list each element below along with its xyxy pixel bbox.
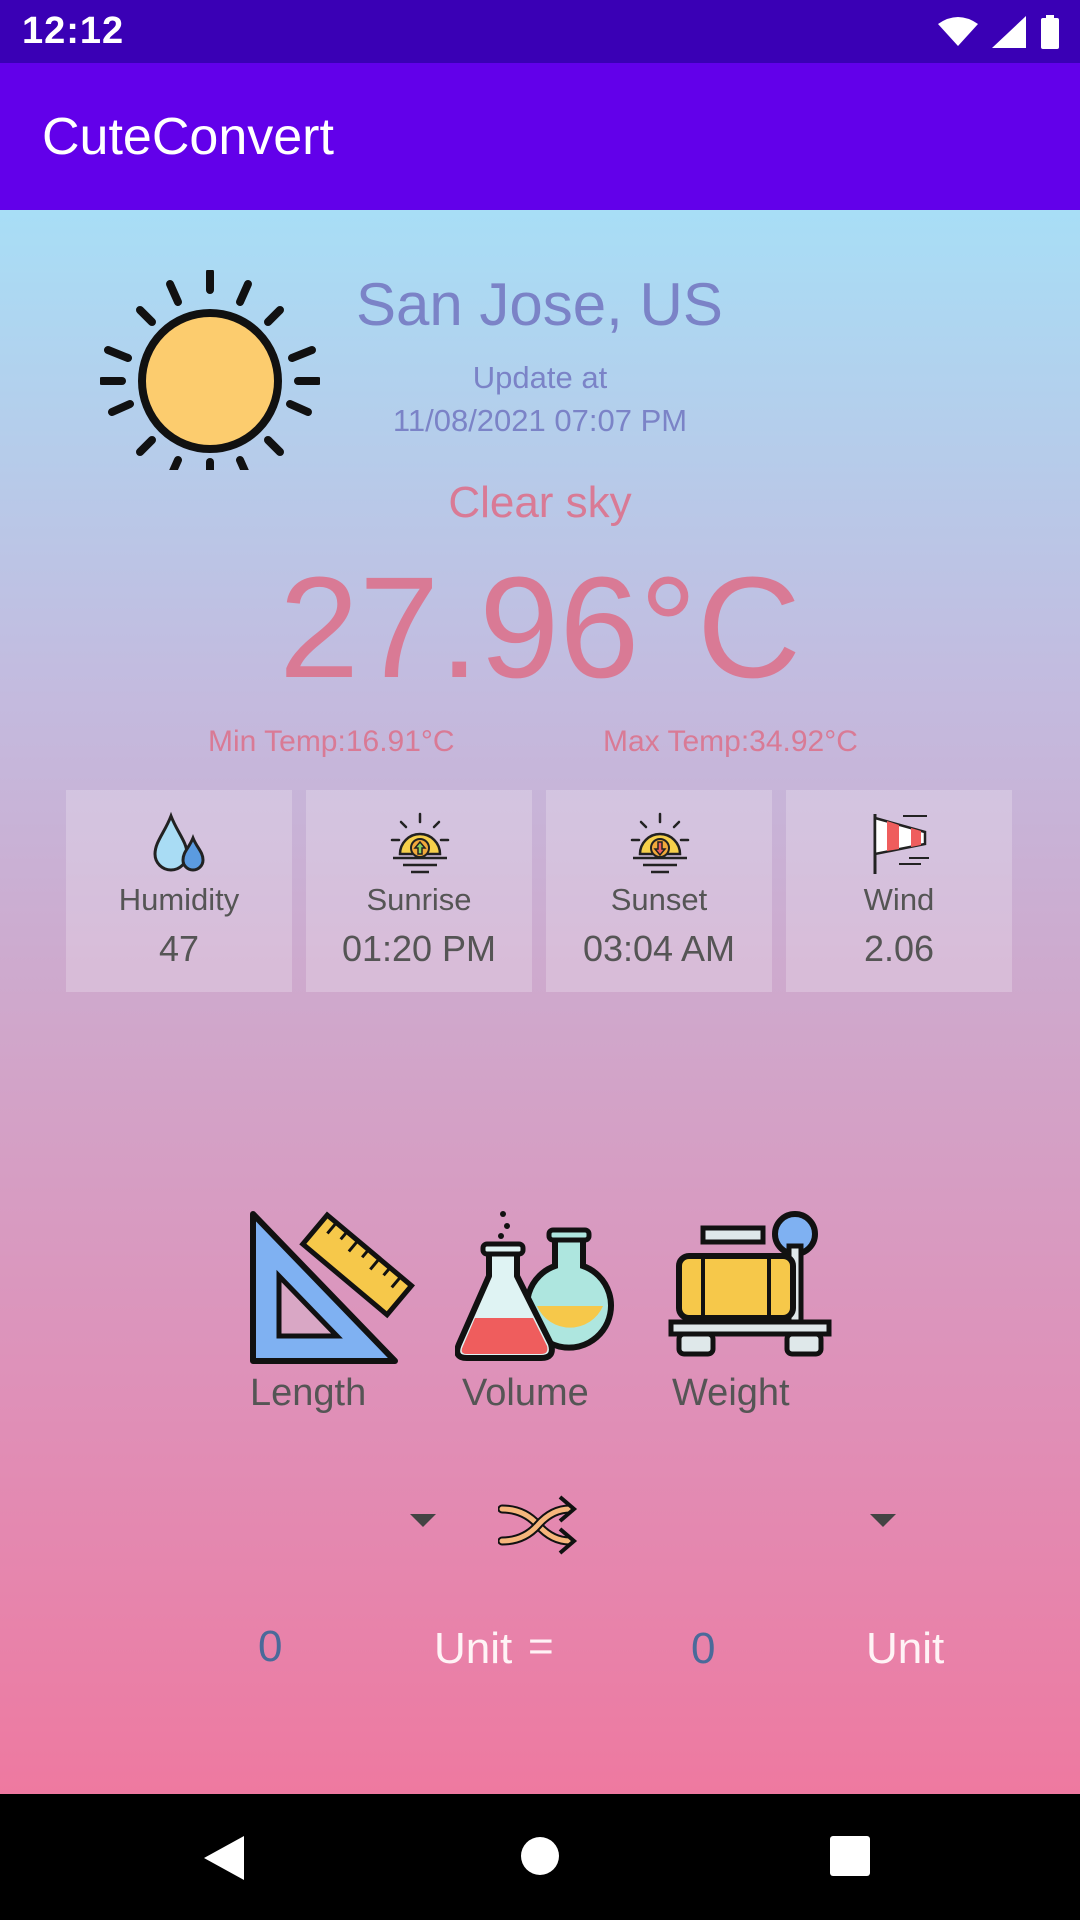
main-content: San Jose, US Update at 11/08/2021 07:07 …	[0, 210, 1080, 1794]
weather-stats: Humidity 47 Sunrise 01:20 PM Sunset 03:0…	[66, 790, 1012, 992]
update-label: Update at	[472, 360, 608, 395]
stat-label: Wind	[863, 882, 935, 917]
stat-label: Humidity	[118, 882, 240, 917]
output-unit-label: Unit	[866, 1624, 945, 1673]
update-time: 11/08/2021 07:07 PM	[392, 403, 688, 438]
stat-card-sunset: Sunset 03:04 AM	[546, 790, 772, 992]
back-icon[interactable]	[204, 1836, 244, 1880]
category-label: Length	[250, 1372, 367, 1414]
current-temperature: 27.96°C	[279, 547, 801, 708]
category-length[interactable]: Length	[240, 1206, 420, 1415]
app-bar: CuteConvert	[0, 63, 1080, 210]
home-icon[interactable]	[520, 1836, 560, 1876]
flask-icon	[455, 1211, 614, 1361]
category-label: Weight	[672, 1372, 790, 1414]
category-volume[interactable]: Volume	[450, 1206, 630, 1415]
stat-value: 01:20 PM	[341, 928, 497, 969]
category-label: Volume	[462, 1372, 589, 1414]
wifi-icon	[938, 17, 978, 46]
category-weight[interactable]: Weight	[660, 1206, 840, 1415]
input-value-field[interactable]: 0	[258, 1622, 282, 1672]
max-temperature: Max Temp:34.92°C	[603, 725, 858, 758]
windsock-icon	[873, 814, 929, 874]
min-temperature: Min Temp:16.91°C	[208, 725, 455, 758]
stat-card-sunrise: Sunrise 01:20 PM	[306, 790, 532, 992]
status-icons	[938, 14, 1060, 50]
stat-value: 2.06	[863, 928, 935, 969]
scale-icon	[668, 1211, 832, 1357]
input-unit-label: Unit	[434, 1624, 513, 1673]
humidity-icon	[153, 811, 205, 872]
app-title: CuteConvert	[42, 108, 334, 166]
stat-label: Sunrise	[366, 882, 472, 917]
weather-description: Clear sky	[448, 478, 632, 527]
cellular-signal-icon	[992, 16, 1026, 48]
sunset-icon	[630, 812, 690, 874]
stat-value: 47	[158, 928, 200, 969]
from-unit-dropdown[interactable]	[410, 1514, 436, 1527]
stat-card-humidity: Humidity 47	[66, 790, 292, 992]
system-nav-bar	[0, 1794, 1080, 1920]
recents-icon[interactable]	[830, 1836, 870, 1876]
stat-card-wind: Wind 2.06	[786, 790, 1012, 992]
sunrise-icon	[390, 812, 450, 874]
battery-icon	[1041, 15, 1059, 49]
city-name: San Jose, US	[356, 271, 723, 338]
to-unit-dropdown[interactable]	[870, 1514, 896, 1527]
stat-value: 03:04 AM	[582, 928, 736, 969]
output-value-field: 0	[691, 1624, 716, 1673]
swap-units-icon[interactable]	[498, 1493, 578, 1557]
stat-label: Sunset	[610, 882, 708, 917]
ruler-triangle-icon	[250, 1211, 415, 1364]
status-bar: 12:12	[0, 0, 1080, 63]
status-time: 12:12	[22, 10, 125, 52]
equals-sign: =	[528, 1622, 554, 1671]
